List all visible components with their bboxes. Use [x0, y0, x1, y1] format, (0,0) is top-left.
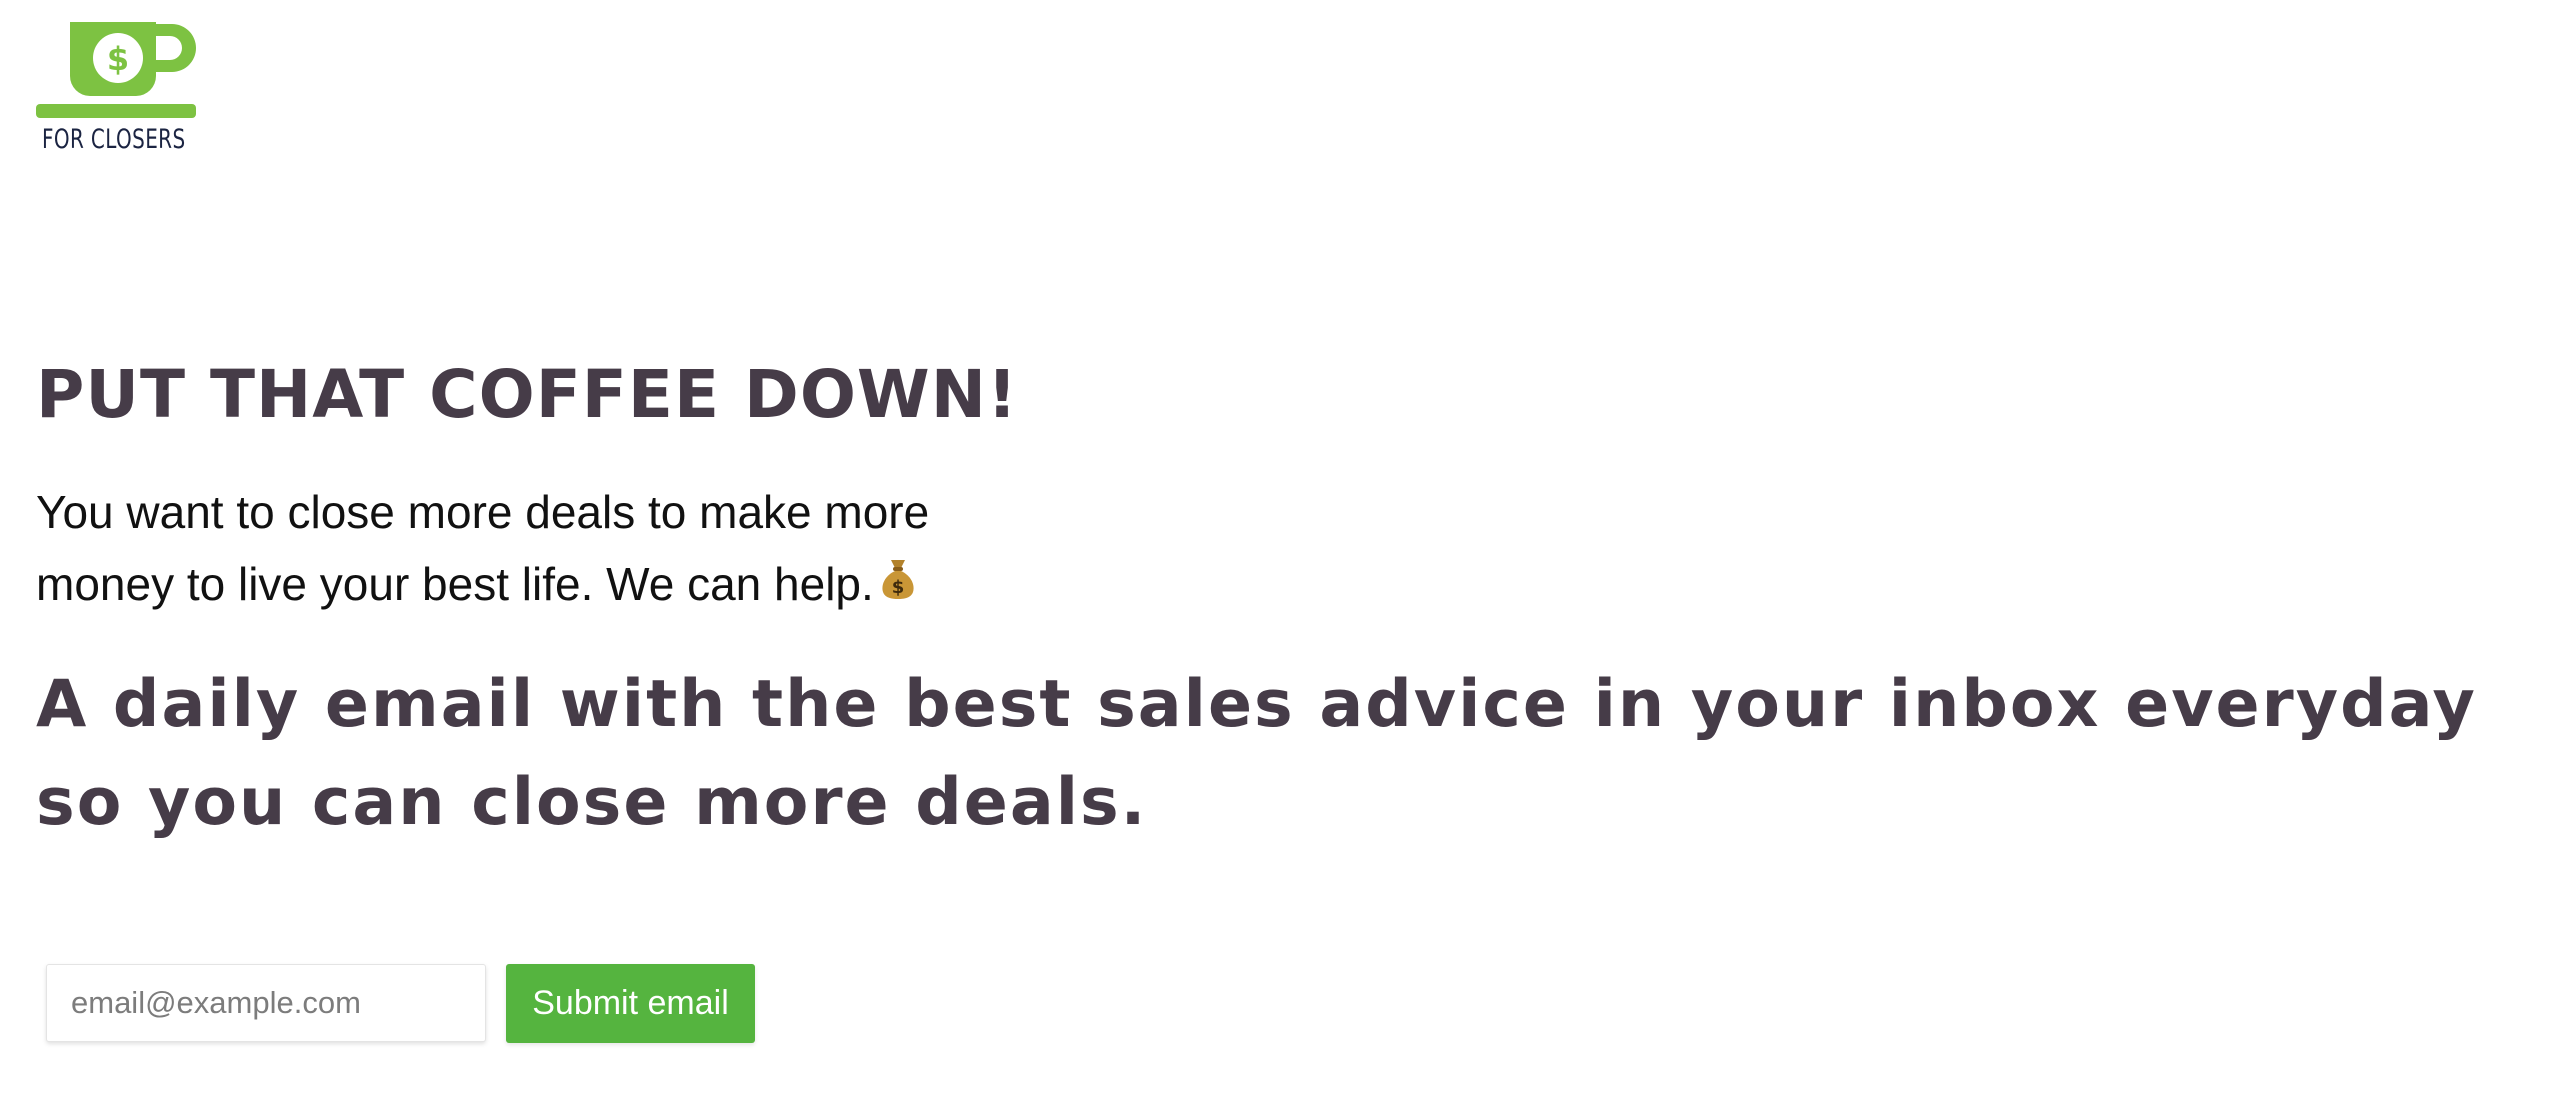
money-bag-icon: $: [880, 548, 916, 620]
intro-text: You want to close more deals to make mor…: [36, 486, 930, 610]
page-heading: PUT THAT COFFEE DOWN!: [36, 356, 1019, 433]
tagline: A daily email with the best sales advice…: [36, 667, 2477, 840]
logo-dollar-glyph: $: [107, 40, 129, 78]
intro-paragraph: You want to close more deals to make mor…: [36, 476, 1016, 624]
brand-logo[interactable]: $ FOR CLOSERS: [36, 20, 201, 160]
logo-text: FOR CLOSERS: [42, 124, 186, 155]
svg-text:$: $: [892, 577, 905, 598]
email-input[interactable]: [46, 964, 486, 1042]
submit-email-button[interactable]: Submit email: [506, 964, 755, 1043]
landing-page: $ FOR CLOSERS PUT THAT COFFEE DOWN! You …: [0, 0, 2564, 1120]
coffee-cup-dollar-icon: $: [36, 22, 196, 118]
